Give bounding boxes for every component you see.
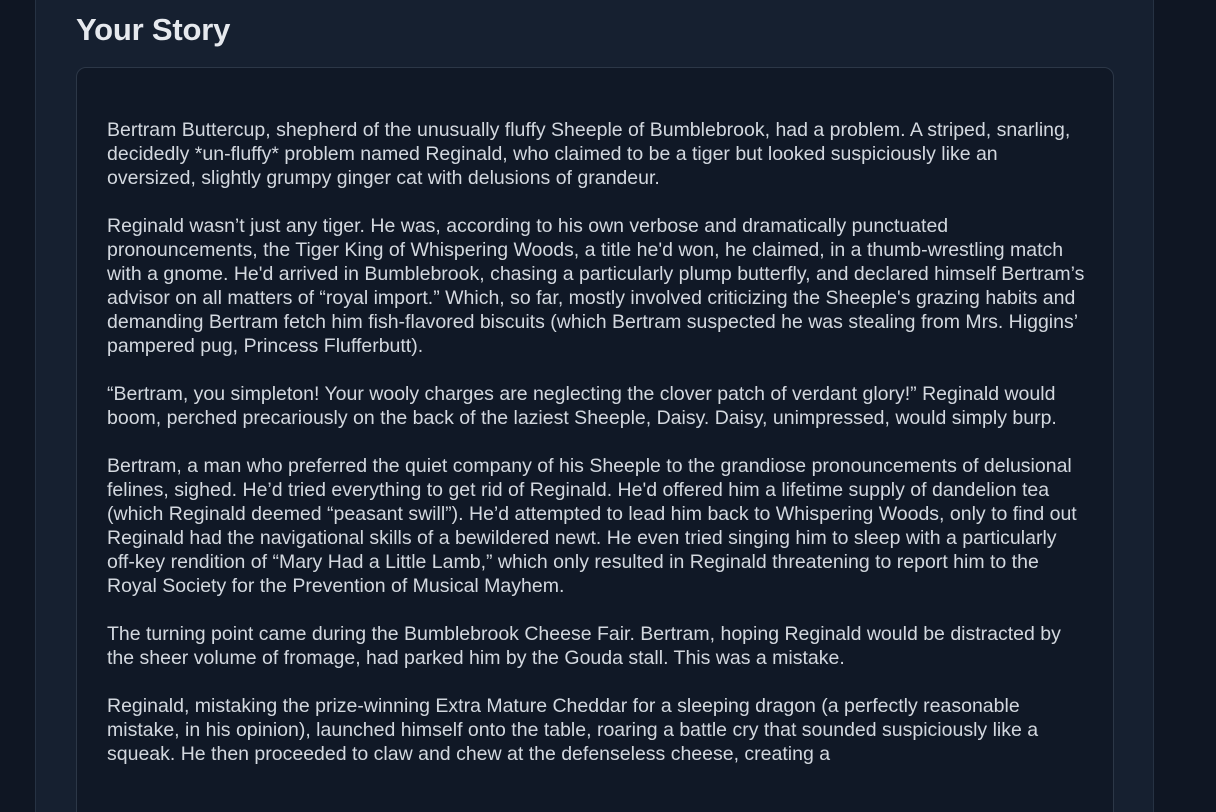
- story-paragraph: Bertram Buttercup, shepherd of the unusu…: [107, 119, 1071, 189]
- story-paragraph: “Bertram, you simpleton! Your wooly char…: [107, 383, 1057, 429]
- story-paragraph: Reginald wasn’t just any tiger. He was, …: [107, 215, 1085, 357]
- page-title: Your Story: [76, 12, 231, 47]
- story-text-box[interactable]: Bertram Buttercup, shepherd of the unusu…: [76, 67, 1114, 812]
- story-paragraph: Reginald, mistaking the prize-winning Ex…: [107, 695, 1039, 765]
- story-paragraph: The turning point came during the Bumble…: [107, 623, 1061, 669]
- story-paragraph: Bertram, a man who preferred the quiet c…: [107, 455, 1077, 597]
